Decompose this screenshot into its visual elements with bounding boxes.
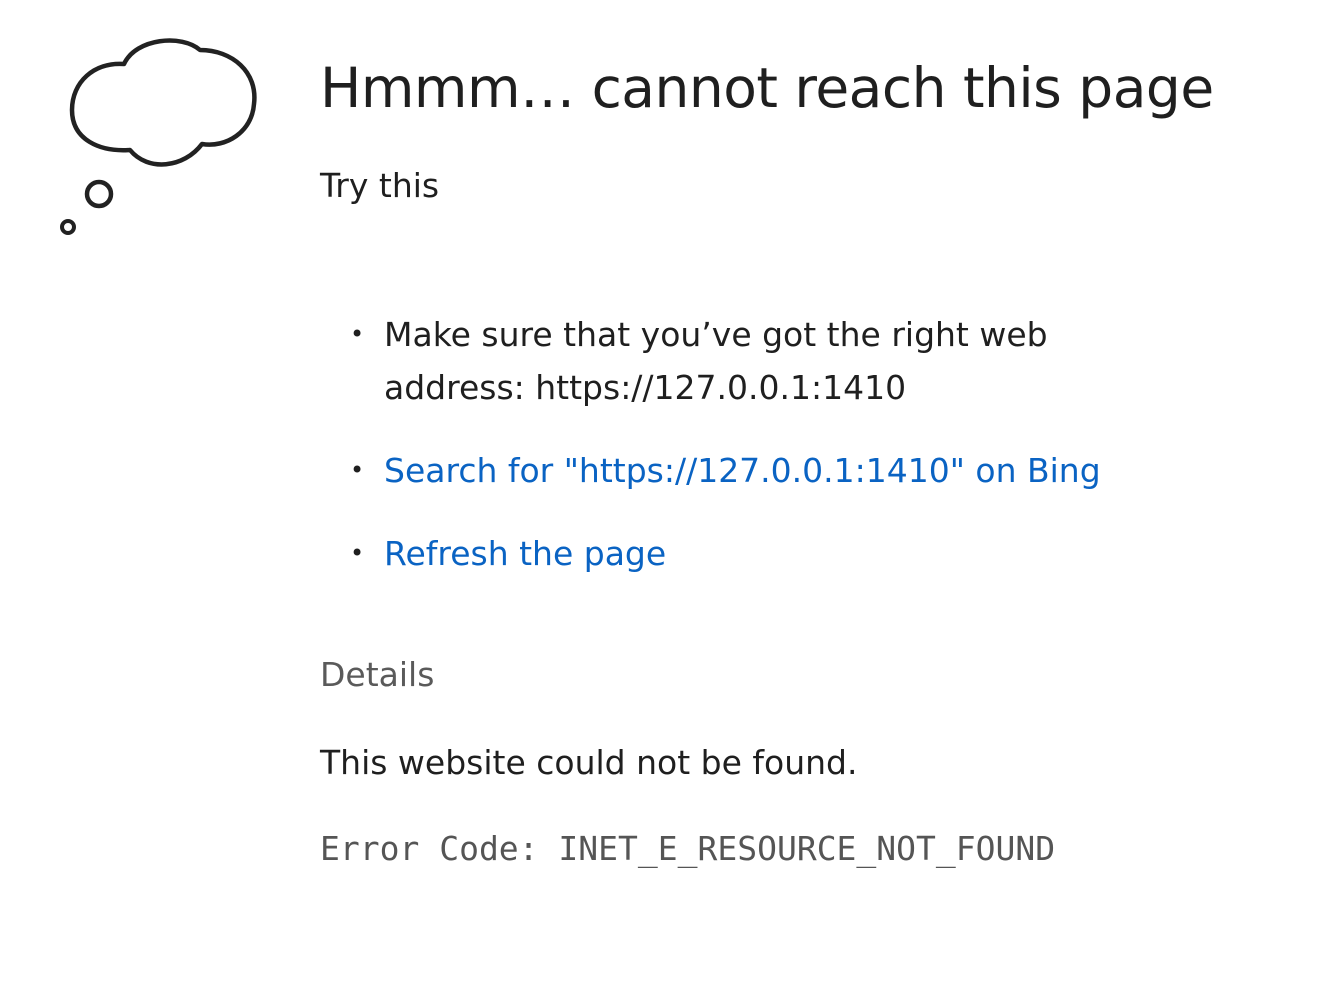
bullet: •	[350, 320, 365, 348]
details-heading: Details	[320, 655, 435, 694]
error-content: Hmmm… cannot reach this page Try this • …	[320, 50, 1280, 868]
suggestions-list: • Make sure that you’ve got the right we…	[320, 308, 1101, 580]
suggestion-text: Make sure that you’ve got the right web …	[384, 315, 1048, 407]
suggestion-search-bing: • Search for "https://127.0.0.1:1410" on…	[320, 444, 1101, 497]
details-message: This website could not be found.	[320, 743, 858, 782]
search-bing-link[interactable]: Search for "https://127.0.0.1:1410" on B…	[384, 451, 1101, 490]
thought-cloud-icon	[60, 38, 257, 235]
refresh-page-link[interactable]: Refresh the page	[384, 534, 666, 573]
error-code: Error Code: INET_E_RESOURCE_NOT_FOUND	[320, 829, 1056, 868]
page-title: Hmmm… cannot reach this page	[320, 56, 1214, 120]
bullet: •	[350, 539, 365, 567]
suggestion-refresh: • Refresh the page	[320, 527, 1080, 580]
bullet: •	[350, 456, 365, 484]
try-this-heading: Try this	[320, 166, 440, 205]
suggestion-check-address: • Make sure that you’ve got the right we…	[320, 308, 1080, 414]
